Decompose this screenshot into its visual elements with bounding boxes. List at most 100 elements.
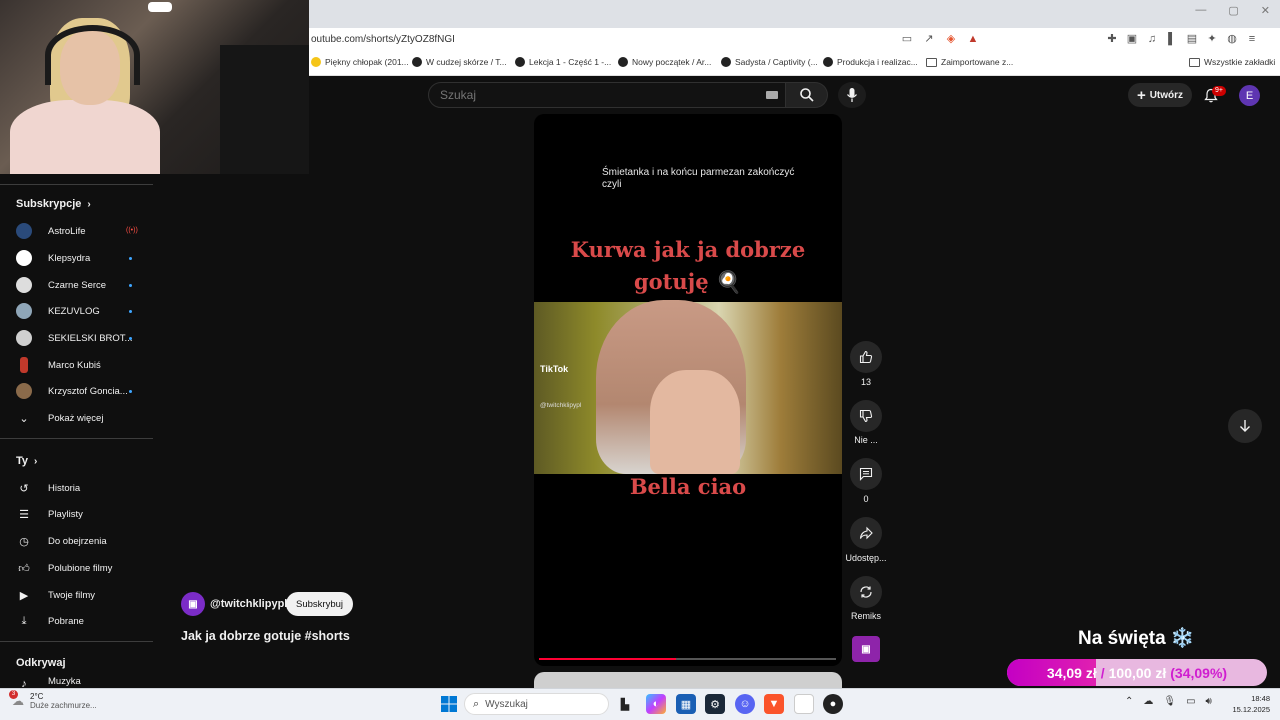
download-icon: ⤓ [21,614,27,627]
weather-widget[interactable]: ☁ 3 2°C Duże zachmurze... [9,690,97,710]
brave-icon[interactable]: ▼ [764,694,784,714]
store-icon[interactable]: ▦ [676,694,696,714]
brave-rewards-icon[interactable]: ▲ [966,32,980,46]
url-text[interactable]: outube.com/shorts/yZtyOZ8fNGI [311,34,455,45]
chevron-up-icon[interactable]: ⌃ [1125,696,1133,707]
leo-ai-icon[interactable]: ✦ [1205,32,1219,46]
volume-icon[interactable]: 🔊︎ [1206,696,1212,707]
sidebar-item-music[interactable]: ♪ Muzyka [16,676,146,688]
sidebar-divider [0,438,153,439]
start-button[interactable] [439,694,459,714]
bookmark-item[interactable]: W cudzej skórze / T... [412,57,507,67]
maximize-icon[interactable]: ▢ [1228,4,1238,17]
sidebar-item-klepsydra[interactable]: Klepsydra [16,248,146,268]
bookmark-item[interactable]: Nowy początek / Ar... [618,57,711,67]
show-more-button[interactable]: ⌄ Pokaż więcej [16,408,146,428]
sidebar-item-kezuvlog[interactable]: KEZUVLOG [16,301,146,321]
mic-icon [846,88,858,102]
donation-goal-title: Na święta ❄️ [1078,628,1195,649]
discord-icon[interactable]: ☺ [735,694,755,714]
windows-logo-icon [441,696,457,712]
channel-avatar [16,303,32,319]
vpn-icon[interactable]: ◍ [1225,32,1239,46]
new-content-dot [129,336,132,340]
clock-icon: ◷ [19,535,29,548]
new-content-dot [129,389,132,393]
notification-badge: 9+ [1212,86,1226,96]
remix-button[interactable] [850,576,882,608]
you-header[interactable]: Ty › [16,455,37,467]
create-button[interactable]: + Utwórz [1128,83,1192,107]
cast-icon[interactable]: ▭ [900,32,914,46]
dislike-button[interactable] [850,400,882,432]
bookmark-item[interactable]: Piękny chłopak (201... [311,57,409,67]
tab-icon[interactable]: ▣ [1125,32,1139,46]
taskbar-search[interactable]: ⌕ Wyszukaj [464,693,609,715]
close-icon[interactable]: ✕ [1261,4,1270,17]
search-button[interactable] [786,82,828,108]
voice-search-button[interactable] [838,82,866,108]
bookmark-item[interactable]: Sadysta / Captivity (... [721,57,818,67]
video-progress-fill [539,658,676,660]
window-controls: — ▢ ✕ [1195,4,1270,17]
sidebar-item-czarne-serce[interactable]: Czarne Serce [16,275,146,295]
wallet-icon[interactable]: ▤ [1185,32,1199,46]
next-short-button[interactable] [1228,409,1262,443]
brave-shield-icon[interactable]: ◈ [944,32,958,46]
task-view-icon[interactable]: ▙ [615,694,635,714]
comments-button[interactable] [850,458,882,490]
sidebar-item-liked[interactable]: 👍︎ Polubione filmy [16,558,146,578]
all-bookmarks[interactable]: Wszystkie zakładki [1189,57,1275,67]
sidebar-item-downloads[interactable]: ⤓ Pobrane [16,611,146,631]
search-input[interactable] [440,88,740,102]
steam-icon[interactable]: ⚙ [705,694,725,714]
notepad-icon[interactable] [794,694,814,714]
bookmark-folder[interactable]: Zaimportowane z... [926,57,1013,67]
channel-avatar[interactable]: ▣ [181,592,205,616]
sidebar-item-history[interactable]: ↺ Historia [16,478,146,498]
dislike-label: Nie ... [854,435,878,445]
sidebar-item-sekielski[interactable]: SEKIELSKI BROT... [16,328,146,348]
microphone-icon[interactable]: 🎙︎ [1163,696,1176,707]
like-button[interactable] [850,341,882,373]
bookmark-item[interactable]: Produkcja i realizac... [823,57,918,67]
bookmark-item[interactable]: Lekcja 1 - Część 1 -... [515,57,611,67]
search-icon: ⌕ [473,697,480,710]
explore-header: Odkrywaj [16,657,66,669]
twitch-icon: ▣ [188,598,198,610]
sidebar-item-your-videos[interactable]: ▶ Twoje filmy [16,585,146,605]
monitor-icon[interactable]: ▭ [1186,696,1195,707]
channel-avatar [20,357,28,373]
share-icon[interactable]: ↗ [922,32,936,46]
music-icon[interactable]: ♫ [1145,32,1159,46]
channel-handle[interactable]: @twitchklipypl [210,598,287,610]
subscriptions-header[interactable]: Subskrypcje › [16,198,91,210]
folder-icon [1189,57,1200,67]
sidebar-item-watch-later[interactable]: ◷ Do obejrzenia [16,531,146,551]
account-avatar[interactable]: E [1239,85,1260,106]
taskbar-clock[interactable]: 18:48 15.12.2025 [1226,693,1270,715]
audio-source-thumbnail[interactable]: ▣ [852,636,880,662]
menu-icon[interactable]: ≡ [1245,32,1259,46]
obs-icon[interactable]: ● [823,694,843,714]
copilot-icon[interactable]: ◐ [646,694,666,714]
sidebar-toggle-icon[interactable]: ▌ [1165,32,1179,46]
sidebar-divider [0,184,153,185]
sidebar-divider [0,641,153,642]
cloud-sync-icon[interactable]: ☁ [1143,696,1153,707]
video-title[interactable]: Jak ja dobrze gotuje #shorts [181,629,350,643]
minimize-icon[interactable]: — [1195,4,1206,17]
sidebar-item-krzysztof[interactable]: Krzysztof Goncia... [16,381,146,401]
search-icon [799,88,814,102]
twitch-icon: ▣ [861,643,871,655]
like-count: 13 [860,377,871,387]
sidebar-item-marco-kubis[interactable]: Marco Kubiś [16,355,146,375]
sidebar-item-playlists[interactable]: ☰ Playlisty [16,504,146,524]
extensions-icon[interactable]: ✚ [1105,32,1119,46]
subscribe-button[interactable]: Subskrybuj [286,592,353,616]
webcam-overlay [0,0,309,174]
keyboard-icon[interactable] [766,91,778,99]
sidebar-item-astrolife[interactable]: AstroLife ((•)) [16,221,146,241]
share-button[interactable] [850,517,882,549]
webcam-body [10,100,160,174]
